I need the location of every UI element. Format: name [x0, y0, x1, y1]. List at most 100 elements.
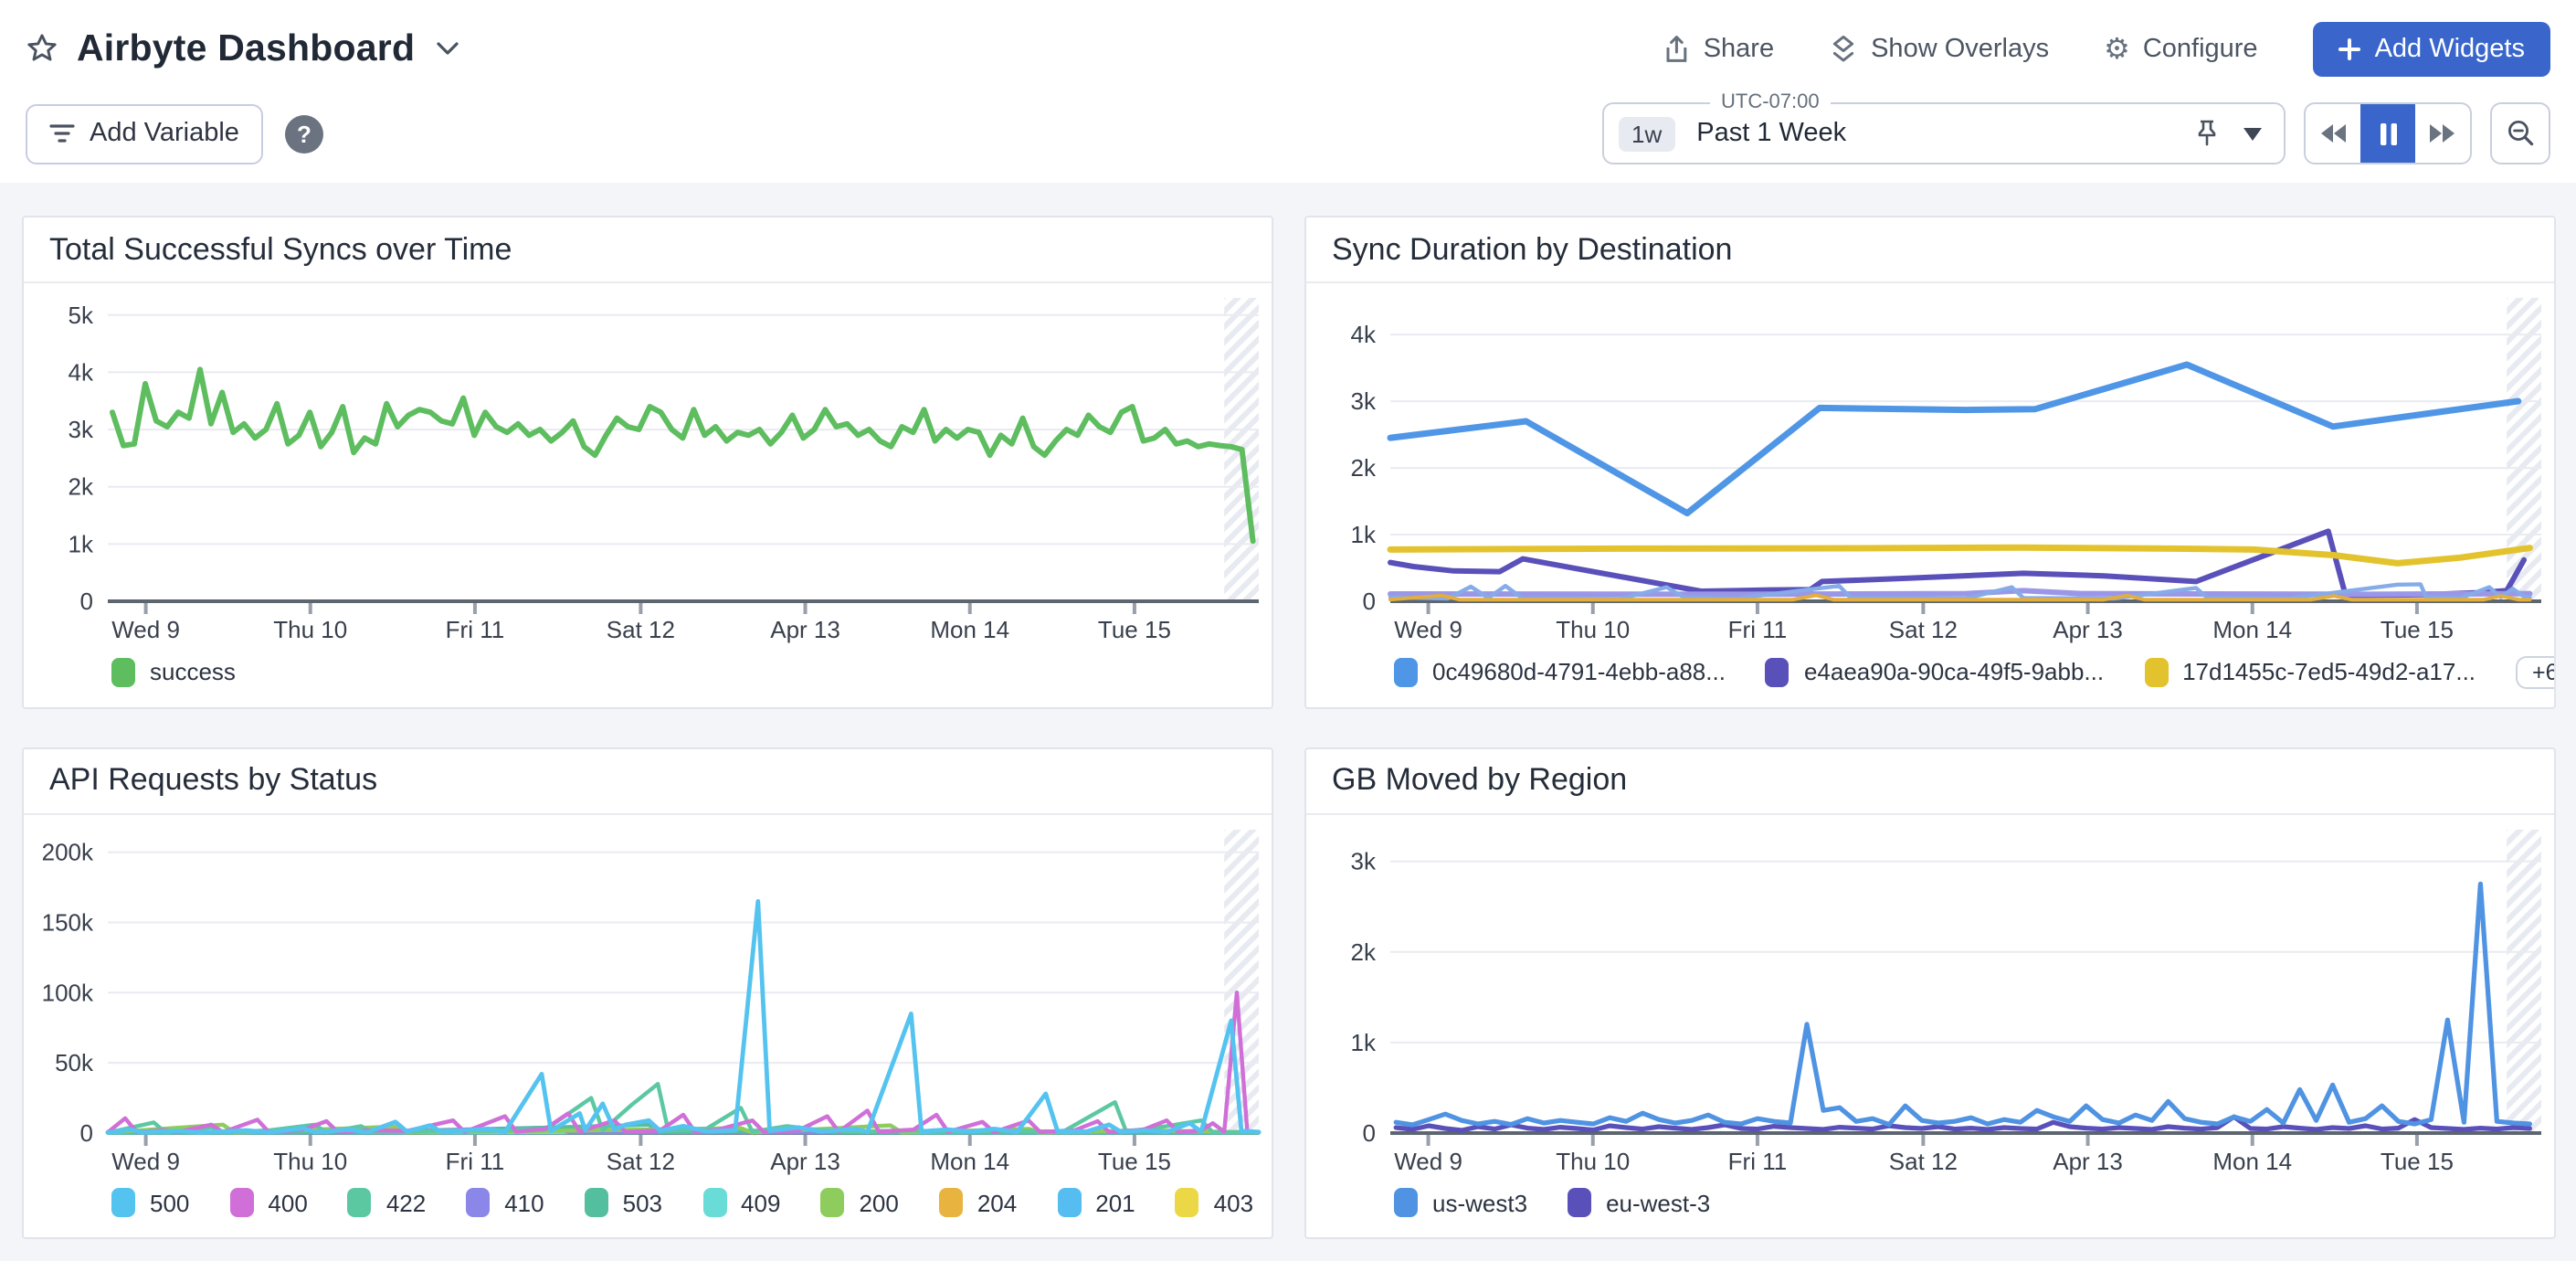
add-widgets-button[interactable]: Add Widgets [2313, 22, 2550, 77]
caret-down-icon[interactable] [2243, 127, 2262, 140]
configure-label: Configure [2143, 35, 2258, 64]
configure-button[interactable]: ⚙ Configure [2104, 35, 2257, 64]
show-overlays-button[interactable]: Show Overlays [1829, 34, 2049, 65]
time-field-icons [2194, 119, 2284, 148]
share-icon [1663, 35, 1691, 64]
legend-color-chip [348, 1188, 372, 1217]
legend-label: 422 [386, 1189, 426, 1216]
widget-title[interactable]: API Requests by Status [24, 748, 1272, 814]
legend-item[interactable]: 204 [939, 1188, 1017, 1217]
add-variable-label: Add Variable [90, 119, 239, 148]
legend-item[interactable]: 410 [466, 1188, 544, 1217]
legend-label: 410 [504, 1189, 544, 1216]
svg-text:150k: 150k [42, 907, 94, 935]
legend-label: 503 [623, 1189, 662, 1216]
filter-icon [49, 122, 75, 144]
svg-text:200k: 200k [42, 838, 94, 865]
add-variable-button[interactable]: Add Variable [26, 103, 263, 164]
legend-item[interactable]: 422 [348, 1188, 426, 1217]
legend-label: 409 [741, 1189, 780, 1216]
legend-item[interactable]: us-west3 [1394, 1188, 1527, 1217]
share-button[interactable]: Share [1663, 35, 1774, 64]
widget-sync-duration: Sync Duration by Destination 01k2k3k4kWe… [1304, 216, 2556, 708]
svg-text:Tue 15: Tue 15 [1098, 1147, 1171, 1174]
pin-icon[interactable] [2194, 119, 2220, 148]
dashboard-page: Airbyte Dashboard Share Show Overlays [0, 0, 2576, 1261]
svg-text:Wed 9: Wed 9 [111, 1147, 180, 1174]
widget-total-successful-syncs: Total Successful Syncs over Time 01k2k3k… [22, 216, 1273, 708]
widget-title[interactable]: Total Successful Syncs over Time [24, 217, 1272, 283]
syncs-line-chart[interactable]: 01k2k3k4k5kWed 9Thu 10Fri 11Sat 12Apr 13… [24, 283, 1272, 644]
legend-item[interactable]: 400 [229, 1188, 307, 1217]
svg-text:Fri 11: Fri 11 [446, 1147, 505, 1174]
svg-text:Apr 13: Apr 13 [770, 1147, 840, 1174]
svg-text:Thu 10: Thu 10 [1556, 1147, 1630, 1174]
legend-item[interactable]: 503 [585, 1188, 662, 1217]
duration-line-chart[interactable]: 01k2k3k4kWed 9Thu 10Fri 11Sat 12Apr 13Mo… [1306, 283, 2554, 644]
legend-label: 500 [150, 1189, 189, 1216]
svg-text:Apr 13: Apr 13 [2053, 616, 2123, 643]
legend-item[interactable]: 500 [111, 1188, 189, 1217]
legend-item[interactable]: 409 [702, 1188, 780, 1217]
legend-more-button[interactable]: +6 [2516, 655, 2556, 688]
range-label: Past 1 Week [1696, 119, 1846, 148]
svg-text:0: 0 [80, 1118, 93, 1146]
legend-item[interactable]: success [111, 657, 236, 686]
svg-text:Wed 9: Wed 9 [111, 616, 180, 643]
svg-text:1k: 1k [69, 530, 94, 557]
widget-gb-moved: GB Moved by Region 0 1k 2k 3k Wed 9 Thu 10 Fri… [1304, 747, 2556, 1239]
range-shortcode-chip: 1w [1619, 116, 1674, 151]
svg-text:Thu 10: Thu 10 [273, 1147, 347, 1174]
header-row-2: Add Variable ? UTC-07:00 1w Past 1 Week [0, 80, 2576, 172]
svg-text:0: 0 [1363, 588, 1376, 615]
legend-item[interactable]: 403 [1176, 1188, 1253, 1217]
legend-label: e4aea90a-90ca-49f5-9abb... [1804, 658, 2104, 685]
favorite-star-icon[interactable] [26, 33, 58, 66]
svg-text:Sat 12: Sat 12 [607, 1147, 675, 1174]
rewind-button[interactable] [2306, 104, 2360, 163]
svg-text:Thu 10: Thu 10 [1556, 616, 1630, 643]
time-range-selector[interactable]: UTC-07:00 1w Past 1 Week [1602, 102, 2286, 164]
svg-text:3k: 3k [1351, 847, 1377, 874]
svg-text:Thu 10: Thu 10 [273, 616, 347, 643]
legend-color-chip [466, 1188, 490, 1217]
legend-label: eu-west-3 [1606, 1189, 1710, 1216]
title-chevron-down-icon[interactable] [437, 42, 459, 57]
svg-text:1k: 1k [1351, 1028, 1377, 1055]
svg-text:Fri 11: Fri 11 [1728, 1147, 1788, 1174]
legend-label: us-west3 [1432, 1189, 1527, 1216]
svg-text:Wed 9: Wed 9 [1394, 1147, 1462, 1174]
svg-text:4k: 4k [1351, 321, 1377, 348]
legend-color-chip [2144, 657, 2168, 686]
overlays-layers-icon [1829, 34, 1858, 65]
pause-button[interactable] [2360, 104, 2415, 163]
widget-title[interactable]: Sync Duration by Destination [1306, 217, 2554, 283]
gear-icon: ⚙ [2104, 35, 2130, 64]
svg-text:Sat 12: Sat 12 [607, 616, 675, 643]
svg-text:Tue 15: Tue 15 [2381, 1147, 2454, 1174]
legend-item[interactable]: eu-west-3 [1568, 1188, 1710, 1217]
legend-item[interactable]: 200 [820, 1188, 898, 1217]
legend-color-chip [111, 657, 135, 686]
legend-item[interactable]: e4aea90a-90ca-49f5-9abb... [1766, 657, 2104, 686]
svg-text:0: 0 [80, 588, 93, 615]
svg-text:Tue 15: Tue 15 [1098, 616, 1171, 643]
svg-text:Mon 14: Mon 14 [930, 1147, 1009, 1174]
svg-text:0: 0 [1363, 1118, 1376, 1146]
forward-button[interactable] [2415, 104, 2470, 163]
legend-item[interactable]: 201 [1057, 1188, 1135, 1217]
legend-item[interactable]: 0c49680d-4791-4ebb-a88... [1394, 657, 1726, 686]
help-button[interactable]: ? [285, 114, 323, 153]
dashboard-title-group: Airbyte Dashboard [26, 27, 459, 71]
legend-color-chip [702, 1188, 726, 1217]
legend-label: 201 [1095, 1189, 1135, 1216]
zoom-out-button[interactable] [2490, 102, 2550, 164]
svg-text:Apr 13: Apr 13 [2053, 1147, 2123, 1174]
gb-line-chart[interactable]: 01k2k3kWed 9Thu 10Fri 11Sat 12Apr 13Mon … [1306, 814, 2554, 1175]
legend-label: 0c49680d-4791-4ebb-a88... [1432, 658, 1726, 685]
legend-color-chip [1394, 1188, 1418, 1217]
api-line-chart[interactable]: 050k100k150k200kWed 9Thu 10Fri 11Sat 12A… [24, 814, 1272, 1175]
legend-item[interactable]: 17d1455c-7ed5-49d2-a17... [2144, 657, 2476, 686]
widget-title[interactable]: GB Moved by Region [1306, 748, 2554, 814]
svg-text:2k: 2k [1351, 938, 1377, 965]
